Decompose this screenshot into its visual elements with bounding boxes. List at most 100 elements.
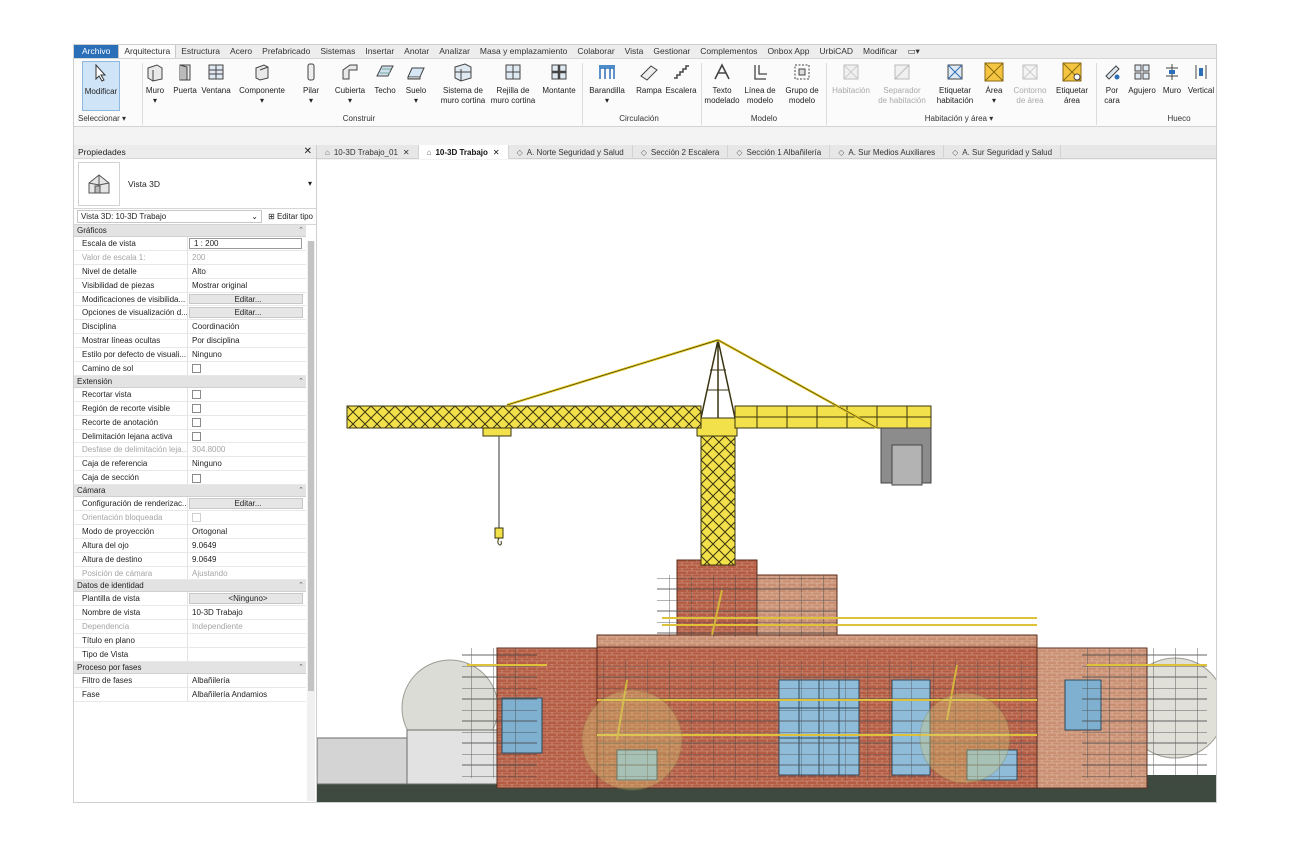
tab-colaborar[interactable]: Colaborar [572, 45, 619, 58]
wall-button[interactable]: Muro ▾ [142, 61, 168, 111]
ceiling-button[interactable]: Techo [372, 61, 398, 111]
property-value[interactable]: Albañilería [188, 674, 306, 687]
construction-site-3d-model[interactable] [317, 160, 1217, 803]
tab-prefabricado[interactable]: Prefabricado [257, 45, 315, 58]
shaft-button[interactable]: Agujero [1126, 61, 1158, 111]
collapse-chevron-icon[interactable]: ⌃ [298, 376, 304, 387]
tab-archivo[interactable]: Archivo [74, 45, 119, 58]
view-tab[interactable]: ◇ A. Sur Medios Auxiliares [830, 145, 945, 159]
collapse-chevron-icon[interactable]: ⌃ [298, 580, 304, 591]
tab-modificar[interactable]: Modificar [858, 45, 902, 58]
property-value[interactable] [188, 388, 306, 401]
property-value[interactable]: Por disciplina [188, 334, 306, 347]
property-group-header[interactable]: Datos de identidad ⌃ [74, 580, 306, 593]
view-tab[interactable]: ⌂ 10-3D Trabajo_01 ✕ [317, 145, 419, 159]
close-icon[interactable]: ✕ [493, 148, 500, 157]
edit-button[interactable]: Editar... [189, 293, 303, 305]
tag-room-button[interactable]: Etiquetar habitación [930, 61, 980, 111]
3d-viewport[interactable] [317, 160, 1217, 803]
tab-urbicad[interactable]: UrbiCAD [815, 45, 859, 58]
property-group-header[interactable]: Extensión ⌃ [74, 375, 306, 388]
property-value[interactable]: 10-3D Trabajo [188, 606, 306, 619]
edit-button[interactable]: <Ninguno> [189, 593, 303, 605]
property-value[interactable]: Mostrar original [188, 279, 306, 292]
collapse-chevron-icon[interactable]: ⌃ [298, 485, 304, 496]
component-button[interactable]: Componente ▾ [236, 61, 288, 111]
railing-button[interactable]: Barandilla ▾ [586, 61, 628, 111]
view-tab[interactable]: ◇ A. Sur Seguridad y Salud [944, 145, 1062, 159]
property-group-header[interactable]: Gráficos ⌃ [74, 225, 306, 237]
model-text-button[interactable]: Texto modelado [702, 61, 742, 111]
property-value[interactable]: 9.0649 [188, 539, 306, 552]
model-line-button[interactable]: Línea de modelo [742, 61, 778, 111]
tab-insertar[interactable]: Insertar [360, 45, 399, 58]
checkbox[interactable] [192, 418, 201, 428]
tab-gestionar[interactable]: Gestionar [648, 45, 695, 58]
property-value[interactable]: Alto [188, 265, 306, 278]
edit-button[interactable]: Editar... [189, 498, 303, 510]
floor-button[interactable]: Suelo ▾ [404, 61, 428, 111]
type-selector[interactable]: Vista 3D ▾ [74, 159, 316, 209]
property-group-header[interactable]: Cámara ⌃ [74, 485, 306, 498]
scrollbar-thumb[interactable] [308, 241, 314, 691]
ramp-button[interactable]: Rampa [634, 61, 664, 111]
tab-acero[interactable]: Acero [225, 45, 257, 58]
close-icon[interactable]: ✕ [403, 148, 410, 157]
property-value[interactable] [188, 471, 306, 484]
property-value[interactable] [188, 430, 306, 443]
collapse-chevron-icon[interactable]: ⌃ [298, 225, 304, 236]
checkbox[interactable] [192, 390, 201, 400]
checkbox[interactable] [192, 404, 201, 414]
curtain-grid-button[interactable]: Rejilla de muro cortina [488, 61, 538, 111]
property-value[interactable]: 1 : 200 [189, 238, 302, 249]
property-value[interactable]: Albañilería Andamios [188, 688, 306, 701]
view-tab[interactable]: ◇ A. Norte Seguridad y Salud [509, 145, 633, 159]
tab-vista[interactable]: Vista [620, 45, 649, 58]
view-tab[interactable]: ⌂ 10-3D Trabajo ✕ [418, 145, 509, 159]
checkbox[interactable] [192, 431, 201, 441]
modify-button[interactable]: Modificar [82, 61, 120, 111]
property-value[interactable]: 9.0649 [188, 553, 306, 566]
close-icon[interactable]: ✕ [304, 146, 312, 157]
property-value[interactable] [188, 362, 306, 375]
area-button[interactable]: Área ▾ [980, 61, 1008, 111]
room-separator-button[interactable]: Separador de habitación [874, 61, 930, 111]
edit-button[interactable]: Editar... [189, 307, 303, 319]
view-tab[interactable]: ◇ Sección 1 Albañilería [728, 145, 831, 159]
room-button[interactable]: Habitación [828, 61, 874, 111]
checkbox[interactable] [192, 364, 201, 374]
tab-estructura[interactable]: Estructura [176, 45, 225, 58]
stair-button[interactable]: Escalera [664, 61, 698, 111]
tab-complementos[interactable]: Complementos [695, 45, 762, 58]
property-value[interactable]: Coordinación [188, 320, 306, 333]
column-button[interactable]: Pilar ▾ [300, 61, 322, 111]
property-value[interactable] [188, 416, 306, 429]
panel-room-label[interactable]: Habitación y área ▾ [904, 114, 1014, 123]
property-value[interactable] [188, 402, 306, 415]
vertical-opening-button[interactable]: Vertical [1186, 61, 1216, 111]
properties-scrollbar[interactable] [307, 241, 315, 801]
property-value[interactable]: Ninguno [188, 348, 306, 361]
opening-by-face-button[interactable]: Por cara [1098, 61, 1126, 111]
tab-analizar[interactable]: Analizar [434, 45, 475, 58]
property-value[interactable]: Ortogonal [188, 525, 306, 538]
tab-arquitectura[interactable]: Arquitectura [118, 45, 177, 58]
tab-onbox[interactable]: Onbox App [762, 45, 814, 58]
ribbon-toggle-icon[interactable]: ▭▾ [903, 45, 925, 58]
checkbox[interactable] [192, 473, 201, 483]
collapse-chevron-icon[interactable]: ⌃ [298, 662, 304, 673]
tag-area-button[interactable]: Etiquetar área [1052, 61, 1092, 111]
view-tab[interactable]: ◇ Sección 2 Escalera [633, 145, 729, 159]
property-value[interactable]: Ninguno [188, 457, 306, 470]
property-value[interactable] [188, 634, 306, 647]
curtain-system-button[interactable]: Sistema de muro cortina [436, 61, 490, 111]
model-group-button[interactable]: Grupo de modelo [782, 61, 822, 111]
edit-type-button[interactable]: ⊞ Editar tipo [268, 212, 313, 221]
tab-masa[interactable]: Masa y emplazamiento [475, 45, 572, 58]
wall-opening-button[interactable]: Muro [1160, 61, 1184, 111]
tab-sistemas[interactable]: Sistemas [315, 45, 360, 58]
door-button[interactable]: Puerta [172, 61, 198, 111]
mullion-button[interactable]: Montante [540, 61, 578, 111]
panel-select-label[interactable]: Seleccionar ▾ [78, 114, 138, 123]
area-boundary-button[interactable]: Contorno de área [1010, 61, 1050, 111]
